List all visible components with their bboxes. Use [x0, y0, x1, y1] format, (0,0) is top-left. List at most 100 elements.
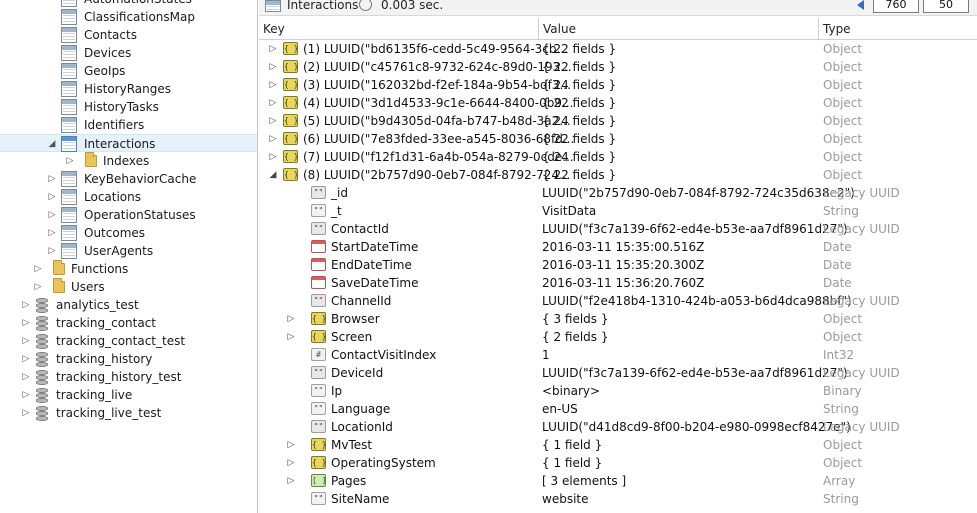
collapsed-arrow-icon[interactable]: ▷ — [286, 472, 296, 490]
field-row[interactable]: SaveDateTime 2016-03-11 15:36:20.760Z Date — [259, 274, 977, 292]
object-type-icon: { } — [283, 132, 299, 145]
tree-item-label: HistoryRanges — [84, 82, 171, 96]
document-row[interactable]: ▷ { } (4) LUUID("3d1d4533-9c1e-6644-8400-0… — [259, 94, 977, 112]
tree-item-indexes[interactable]: ▷ Indexes — [0, 152, 257, 170]
tree-item-classificationsmap[interactable]: ClassificationsMap — [0, 8, 257, 26]
collapsed-arrow-icon[interactable]: ▷ — [21, 296, 31, 314]
tree-item-interactions[interactable]: ◢ Interactions — [0, 134, 257, 152]
field-row[interactable]: "" Ip <binary> Binary — [259, 382, 977, 400]
document-row[interactable]: ▷ { } (3) LUUID("162032bd-f2ef-184a-9b54-b… — [259, 76, 977, 94]
document-row[interactable]: ◢ { } (8) LUUID("2b757d90-0eb7-084f-8792-7… — [259, 166, 977, 184]
field-row[interactable]: ▷ { } Screen { 2 fields } Object — [259, 328, 977, 346]
tree-item-tracking-contact-test[interactable]: ▷ tracking_contact_test — [0, 332, 257, 350]
field-value: LUUID("f2e418b4-1310-424b-a053-b6d4dca98… — [542, 294, 852, 308]
tree-item-tracking-live[interactable]: ▷ tracking_live — [0, 386, 257, 404]
collapsed-arrow-icon[interactable]: ▷ — [286, 328, 296, 346]
field-row[interactable]: ▷ { } MvTest { 1 field } Object — [259, 436, 977, 454]
collapsed-arrow-icon[interactable]: ▷ — [268, 148, 278, 166]
field-key: SaveDateTime — [331, 276, 419, 290]
tree-item-functions[interactable]: ▷ Functions — [0, 260, 257, 278]
document-row[interactable]: ▷ { } (5) LUUID("b9d4305d-04fa-b747-b48d-3… — [259, 112, 977, 130]
collapsed-arrow-icon[interactable]: ▷ — [47, 224, 57, 242]
collapsed-arrow-icon[interactable]: ▷ — [47, 188, 57, 206]
field-row[interactable]: # ContactVisitIndex 1 Int32 — [259, 346, 977, 364]
tree-item-users[interactable]: ▷ Users — [0, 278, 257, 296]
page-size-input[interactable]: 760 — [873, 0, 919, 13]
tree-item-automationstates[interactable]: AutomationStates — [0, 0, 257, 8]
field-row[interactable]: "" _id LUUID("2b757d90-0eb7-084f-8792-724c… — [259, 184, 977, 202]
collapsed-arrow-icon[interactable]: ▷ — [33, 278, 43, 296]
collapsed-arrow-icon[interactable]: ▷ — [268, 112, 278, 130]
tree-item-historyranges[interactable]: HistoryRanges — [0, 80, 257, 98]
field-row[interactable]: "" Language en-US String — [259, 400, 977, 418]
object-type-icon: { } — [283, 150, 299, 163]
collapsed-arrow-icon[interactable]: ▷ — [286, 436, 296, 454]
collapsed-arrow-icon[interactable]: ▷ — [21, 404, 31, 422]
field-row[interactable]: "" LocationId LUUID("d41d8cd9-8f00-b204-e9… — [259, 418, 977, 436]
tree-item-historytasks[interactable]: HistoryTasks — [0, 98, 257, 116]
object-type-icon: { } — [283, 168, 299, 181]
collapsed-arrow-icon[interactable]: ▷ — [286, 454, 296, 472]
tree-item-outcomes[interactable]: ▷ Outcomes — [0, 224, 257, 242]
collapsed-arrow-icon[interactable]: ▷ — [268, 76, 278, 94]
field-key: OperatingSystem — [331, 456, 436, 470]
tree-item-tracking-history[interactable]: ▷ tracking_history — [0, 350, 257, 368]
collapsed-arrow-icon[interactable]: ▷ — [286, 310, 296, 328]
tree-item-tracking-history-test[interactable]: ▷ tracking_history_test — [0, 368, 257, 386]
field-type: Object — [823, 312, 863, 326]
string-type-icon: "" — [311, 492, 326, 505]
tree-item-keybehaviorcache[interactable]: ▷ KeyBehaviorCache — [0, 170, 257, 188]
field-row[interactable]: ▷ { } OperatingSystem { 1 field } Object — [259, 454, 977, 472]
tree-item-label: AutomationStates — [84, 0, 192, 8]
collapsed-arrow-icon[interactable]: ▷ — [21, 386, 31, 404]
collapsed-arrow-icon[interactable]: ▷ — [33, 260, 43, 278]
tree-item-geoips[interactable]: GeoIps — [0, 62, 257, 80]
tree-item-tracking-live-test[interactable]: ▷ tracking_live_test — [0, 404, 257, 422]
expanded-arrow-icon[interactable]: ◢ — [268, 166, 278, 184]
tree-item-operationstatuses[interactable]: ▷ OperationStatuses — [0, 206, 257, 224]
field-row[interactable]: ▷ { } Browser { 3 fields } Object — [259, 310, 977, 328]
tree-item-devices[interactable]: Devices — [0, 44, 257, 62]
tree-item-useragents[interactable]: ▷ UserAgents — [0, 242, 257, 260]
collapsed-arrow-icon[interactable]: ▷ — [21, 350, 31, 368]
collapsed-arrow-icon[interactable]: ▷ — [47, 242, 57, 260]
collapsed-arrow-icon[interactable]: ▷ — [268, 94, 278, 112]
field-type: Object — [823, 438, 863, 452]
collapsed-arrow-icon[interactable]: ▷ — [268, 58, 278, 76]
field-row[interactable]: "" DeviceId LUUID("f3c7a139-6f62-ed4e-b53e… — [259, 364, 977, 382]
collapsed-arrow-icon[interactable]: ▷ — [47, 206, 57, 224]
tree-item-identifiers[interactable]: Identifiers — [0, 116, 257, 134]
expanded-arrow-icon[interactable]: ◢ — [47, 135, 57, 153]
field-row[interactable]: StartDateTime 2016-03-11 15:35:00.516Z Dat… — [259, 238, 977, 256]
tree-item-locations[interactable]: ▷ Locations — [0, 188, 257, 206]
tree-item-analytics-test[interactable]: ▷ analytics_test — [0, 296, 257, 314]
collapsed-arrow-icon[interactable]: ▷ — [65, 152, 75, 170]
document-row[interactable]: ▷ { } (7) LUUID("f12f1d31-6a4b-054a-8279-0… — [259, 148, 977, 166]
field-key: Pages — [331, 474, 367, 488]
collapsed-arrow-icon[interactable]: ▷ — [268, 40, 278, 58]
column-header-type[interactable]: Type — [819, 18, 977, 40]
field-type: String — [823, 402, 859, 416]
field-row[interactable]: "" _t VisitData String — [259, 202, 977, 220]
collapsed-arrow-icon[interactable]: ▷ — [21, 332, 31, 350]
tree-item-tracking-contact[interactable]: ▷ tracking_contact — [0, 314, 257, 332]
field-row[interactable]: EndDateTime 2016-03-11 15:35:20.300Z Date — [259, 256, 977, 274]
field-row[interactable]: "" ChannelId LUUID("f2e418b4-1310-424b-a05… — [259, 292, 977, 310]
column-header-key[interactable]: Key — [259, 18, 539, 40]
document-row[interactable]: ▷ { } (6) LUUID("7e83fded-33ee-a545-8036-6… — [259, 130, 977, 148]
document-row[interactable]: ▷ { } (2) LUUID("c45761c8-9732-624c-89d0-1… — [259, 58, 977, 76]
collapsed-arrow-icon[interactable]: ▷ — [268, 130, 278, 148]
column-header-value[interactable]: Value — [539, 18, 819, 40]
arrow-left-icon[interactable] — [857, 0, 864, 10]
collapsed-arrow-icon[interactable]: ▷ — [47, 170, 57, 188]
field-row[interactable]: "" ContactId LUUID("f3c7a139-6f62-ed4e-b53… — [259, 220, 977, 238]
database-icon — [34, 405, 50, 421]
object-type-icon: { } — [311, 438, 327, 451]
limit-input[interactable]: 50 — [923, 0, 969, 13]
document-row[interactable]: ▷ { } (1) LUUID("bd6135f6-cedd-5c49-9564-3… — [259, 40, 977, 58]
collapsed-arrow-icon[interactable]: ▷ — [21, 368, 31, 386]
tree-item-contacts[interactable]: Contacts — [0, 26, 257, 44]
field-row[interactable]: ▷ [ ] Pages [ 3 elements ] Array — [259, 472, 977, 490]
collapsed-arrow-icon[interactable]: ▷ — [21, 314, 31, 332]
field-row[interactable]: "" SiteName website String — [259, 490, 977, 508]
